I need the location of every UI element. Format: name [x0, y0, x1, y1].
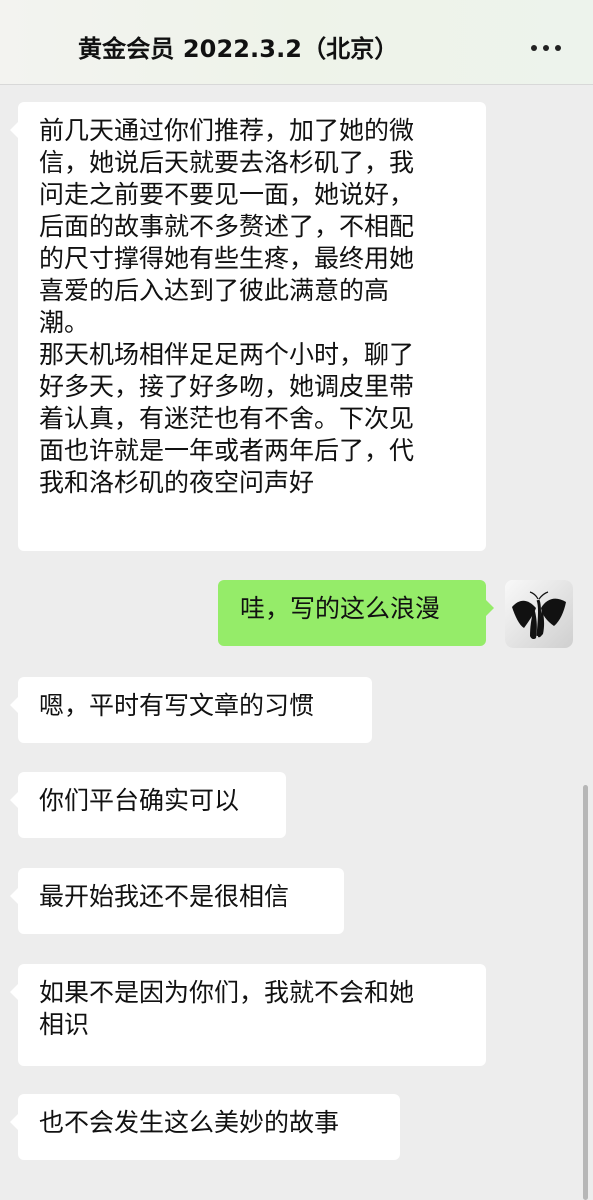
more-dot [555, 45, 561, 51]
scrollbar[interactable] [583, 785, 588, 1200]
message-bubble-received[interactable]: 嗯，平时有写文章的习惯 [10, 677, 372, 743]
message-bubble-received[interactable]: 也不会发生这么美妙的故事 [10, 1094, 400, 1160]
message-bubble-received[interactable]: 如果不是因为你们，我就不会和她 相识 [10, 964, 486, 1066]
more-dots-icon[interactable] [531, 43, 565, 53]
more-dot [543, 45, 549, 51]
butterfly-icon[interactable] [505, 580, 573, 648]
chat-header: 黄金会员 2022.3.2（北京） [0, 0, 593, 85]
message-bubble-received[interactable]: 你们平台确实可以 [10, 772, 286, 838]
message-bubble-received[interactable]: 最开始我还不是很相信 [10, 868, 344, 934]
message-bubble-sent[interactable]: 哇，写的这么浪漫 [218, 580, 494, 646]
message-bubble-received[interactable]: 前几天通过你们推荐，加了她的微 信，她说后天就要去洛杉矶了，我 问走之前要不要见… [10, 102, 486, 551]
more-dot [531, 45, 537, 51]
chat-title: 黄金会员 2022.3.2（北京） [78, 35, 399, 63]
butterfly-icon-svg [505, 580, 573, 648]
